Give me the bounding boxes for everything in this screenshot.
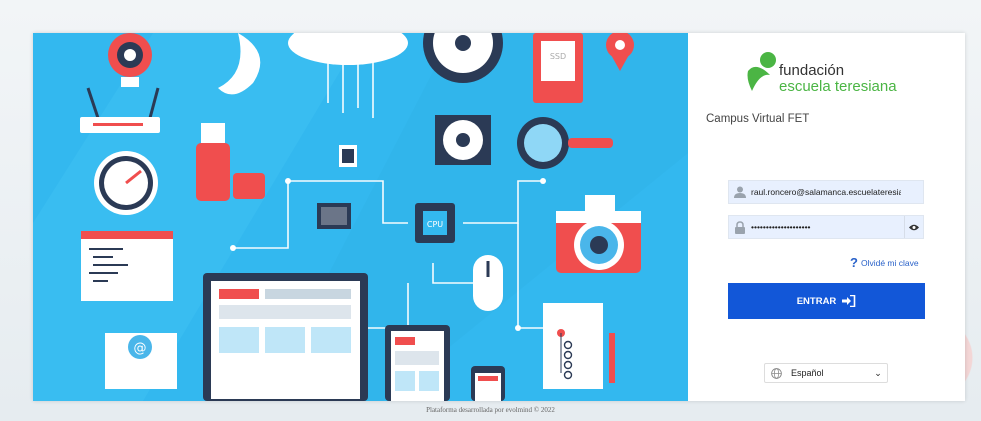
tablet-icon	[385, 325, 450, 401]
question-icon: ?	[850, 255, 858, 270]
login-panel: fundación escuela teresiana Campus Virtu…	[688, 33, 965, 401]
svg-text:CPU: CPU	[427, 220, 443, 229]
ssd-icon: SSD	[533, 33, 583, 103]
svg-text:@: @	[134, 341, 147, 356]
login-card: @ SSD CPU fundación escuela teresiana Ca…	[33, 33, 965, 401]
footer-credit: Plataforma desarrollada por evolmind © 2…	[426, 406, 555, 414]
forgot-password-label: Olvidé mi clave	[860, 257, 919, 268]
brand-logo: fundación escuela teresiana	[746, 51, 916, 101]
password-field[interactable]	[728, 215, 924, 239]
chevron-down-icon: ⌄	[874, 367, 882, 378]
brand-name-line2: escuela teresiana	[779, 78, 897, 95]
language-select[interactable]: Español ⌄	[764, 363, 888, 383]
sign-in-icon	[842, 295, 856, 307]
monitor-icon	[203, 273, 368, 401]
page-title: Campus Virtual FET	[706, 113, 810, 125]
brand-name-line1: fundación	[779, 62, 845, 79]
svg-text:SSD: SSD	[550, 52, 566, 61]
speedometer-icon	[94, 151, 158, 215]
language-select-value: Español	[791, 368, 824, 378]
email-icon: @	[105, 333, 177, 389]
logo-icon	[747, 52, 776, 91]
mouse-icon	[473, 255, 503, 311]
phone-icon	[471, 366, 505, 401]
user-icon	[729, 186, 751, 198]
password-input[interactable]	[751, 222, 901, 232]
forgot-password-link[interactable]: ? Olvidé mi clave	[850, 255, 919, 270]
code-window-icon	[81, 231, 173, 301]
login-button-label: ENTRAR	[796, 295, 837, 307]
login-button[interactable]: ENTRAR	[728, 283, 925, 319]
globe-icon	[765, 367, 787, 379]
disc-icon	[435, 115, 491, 165]
tech-illustration: @ SSD CPU	[33, 33, 688, 401]
username-input[interactable]	[751, 187, 901, 197]
show-password-eye-icon[interactable]	[904, 216, 923, 238]
checklist-document-icon	[543, 303, 615, 389]
lock-icon	[729, 220, 751, 234]
username-field[interactable]	[728, 180, 924, 204]
cpu-icon: CPU	[415, 203, 455, 243]
